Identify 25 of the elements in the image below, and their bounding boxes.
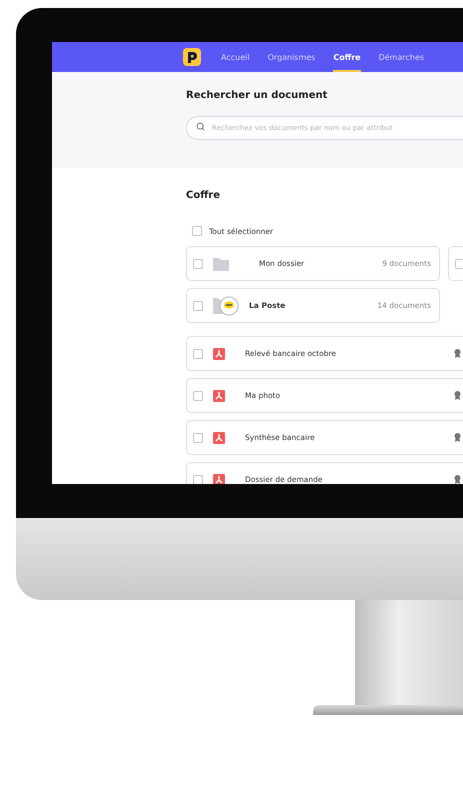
pdf-icon: [213, 348, 225, 360]
checkbox[interactable]: [455, 258, 463, 268]
checkbox[interactable]: [193, 390, 203, 400]
logo-icon[interactable]: [183, 48, 201, 66]
nav-tab[interactable]: Démarches: [378, 42, 424, 72]
checkbox[interactable]: [192, 226, 202, 236]
folder-icon: [213, 256, 229, 270]
nav-tab[interactable]: Organismes: [268, 42, 316, 72]
checkbox[interactable]: [193, 258, 203, 268]
search-icon: [196, 122, 205, 131]
checkbox[interactable]: [193, 474, 203, 484]
pdf-icon: [213, 390, 225, 402]
section-title: Coffre: [186, 190, 222, 201]
section-title: Rechercher un document: [186, 90, 328, 101]
award-icon: [454, 391, 461, 400]
logo-icon: [213, 296, 239, 316]
checkbox[interactable]: [193, 300, 203, 310]
award-icon: [454, 349, 461, 358]
award-icon: [454, 433, 461, 442]
nav-tab[interactable]: Accueil: [221, 42, 250, 72]
pdf-icon: [213, 474, 225, 484]
pdf-icon: [213, 432, 225, 444]
checkbox[interactable]: [193, 432, 203, 442]
checkbox[interactable]: [193, 348, 203, 358]
award-icon: [454, 475, 461, 484]
